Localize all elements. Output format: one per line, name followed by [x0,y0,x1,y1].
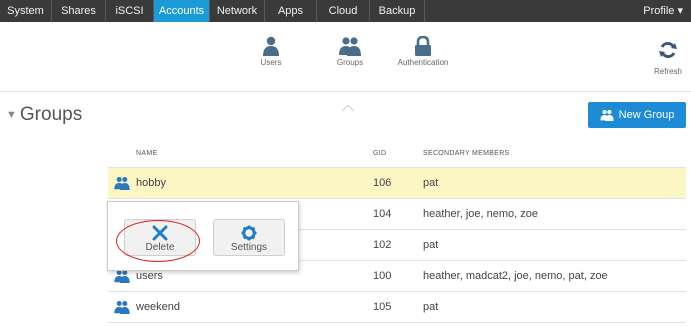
group-icon-cell [108,269,136,283]
group-icon[interactable] [114,300,130,314]
group-name: weekend [136,301,181,313]
groups-icon [339,37,361,56]
group-icon-cell [108,176,136,190]
profile-menu[interactable]: Profile ▾ [613,0,691,22]
subnav-authentication[interactable]: Authentication [378,36,468,67]
delete-label: Delete [145,242,175,253]
settings-button[interactable]: Settings [213,219,285,256]
table-row[interactable]: hobby 106 pat [108,168,686,199]
column-header-name[interactable]: NAME [136,150,373,157]
group-gid: 104 [373,208,392,220]
subnav-users[interactable]: Users [236,36,306,67]
group-members: pat [423,177,439,189]
tab-apps[interactable]: Apps [265,0,317,22]
tab-system[interactable]: System [0,0,52,22]
tab-accounts[interactable]: Accounts [154,0,210,22]
column-header-gid[interactable]: GID [373,150,423,157]
collapse-triangle-icon[interactable]: ▼ [6,109,17,121]
group-icon[interactable] [114,269,130,283]
subnav-users-label: Users [260,58,282,67]
settings-label: Settings [230,242,268,253]
table-row[interactable]: weekend 105 pat [108,292,686,323]
group-name: hobby [136,177,166,189]
refresh-label: Refresh [653,67,682,76]
subnav-groups[interactable]: Groups [315,36,385,67]
column-header-members[interactable]: SECONDARY MEMBERS [423,150,686,157]
group-gid: 106 [373,177,392,189]
active-caret-icon [342,105,354,111]
group-name: users [136,270,163,282]
group-gid: 100 [373,270,392,282]
tab-backup[interactable]: Backup [370,0,425,22]
sub-navigation: Users Groups Authentication [0,22,691,111]
new-group-button[interactable]: New Group [588,102,686,128]
group-members: pat [423,301,439,313]
user-icon [263,36,279,56]
subnav-authentication-label: Authentication [397,58,449,67]
group-gid: 102 [373,239,392,251]
group-members: pat [423,239,439,251]
page-title: Groups [19,104,83,125]
refresh-icon [659,41,677,59]
lock-icon [415,36,431,56]
delete-button[interactable]: Delete [124,219,196,256]
tab-cloud[interactable]: Cloud [317,0,370,22]
tab-network[interactable]: Network [210,0,265,22]
group-members: heather, madcat2, joe, nemo, pat, zoe [423,270,608,282]
group-actions-popup: Delete Settings [107,201,299,271]
tab-iscsi[interactable]: iSCSI [106,0,154,22]
groups-section-header[interactable]: ▼ Groups [6,104,82,126]
top-navigation: System Shares iSCSI Accounts Network App… [0,0,691,22]
group-icon[interactable] [114,176,130,190]
table-header: NAME GID SECONDARY MEMBERS [108,140,686,168]
groups-icon [600,109,614,121]
group-members: heather, joe, nemo, zoe [423,208,538,220]
subnav-groups-label: Groups [336,58,364,67]
gear-icon [241,225,257,241]
new-group-label: New Group [618,109,675,121]
group-gid: 105 [373,301,392,313]
group-icon-cell [108,300,136,314]
delete-x-icon [152,225,168,241]
refresh-button[interactable]: Refresh [648,40,688,76]
tab-shares[interactable]: Shares [52,0,106,22]
